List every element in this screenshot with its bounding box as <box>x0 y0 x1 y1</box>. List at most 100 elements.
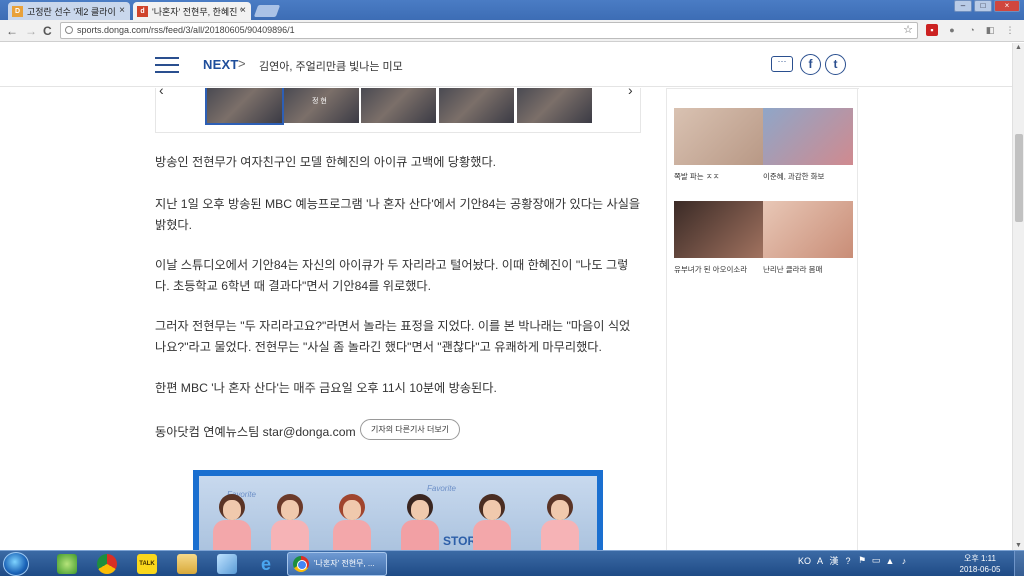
volume-icon[interactable]: ♪ <box>899 556 909 566</box>
article-photo[interactable]: Favorite Favorite STOR <box>193 470 603 550</box>
sidebar-caption: 난리난 클라라 몸매 <box>763 265 823 274</box>
language-indicator[interactable]: KO <box>798 556 811 566</box>
person-figure <box>327 494 377 550</box>
gallery-thumbnail[interactable]: 정 현 <box>284 88 359 123</box>
reporter-byline: 동아닷컴 연예뉴스팀 star@donga.com <box>155 425 356 439</box>
chrome-icon <box>293 556 309 572</box>
person-figure <box>467 494 517 550</box>
page-info-icon[interactable] <box>65 26 73 34</box>
hanja-icon[interactable]: 漢 <box>829 554 839 567</box>
scroll-down-icon[interactable]: ▼ <box>1015 542 1022 549</box>
taskbar-window-title: '나혼자' 전현무, ... <box>314 559 375 568</box>
extension-icon[interactable]: ▪ <box>926 24 938 36</box>
favicon-icon: d <box>137 5 148 17</box>
kakaotalk-icon[interactable]: TALK <box>137 554 157 574</box>
gallery-thumbnail[interactable] <box>361 88 436 123</box>
hamburger-menu-icon[interactable] <box>155 57 179 73</box>
sidebar-photo-link[interactable]: 이준혜, 과감한 화보 <box>763 108 853 182</box>
scrollbar-thumb[interactable] <box>1015 134 1023 222</box>
app-icon[interactable] <box>217 554 237 574</box>
maximize-icon[interactable]: □ <box>974 0 992 12</box>
close-window-icon[interactable]: × <box>994 0 1020 12</box>
article-paragraph: 지난 1일 오후 방송된 MBC 예능프로그램 '나 혼자 산다'에서 기안84… <box>155 197 641 232</box>
sidebar-ads: 쪽발 파는 ㅈㅈ 이준혜, 과감한 화보 유부녀가 된 아오이소라 난리난 클라… <box>666 88 859 550</box>
sidebar-photo-link[interactable]: 쪽발 파는 ㅈㅈ <box>674 108 764 182</box>
tab-active[interactable]: d '나혼자' 전현무, 한혜진 ' × <box>133 2 251 20</box>
system-tray: KO A 漢 ? ⚑ ▭ ▲ ♪ <box>798 554 909 567</box>
person-figure <box>395 494 445 550</box>
person-figure <box>265 494 315 550</box>
next-article-link[interactable]: 김연아, 주얼리만큼 빛나는 미모 <box>259 58 403 74</box>
gallery-thumbnail[interactable] <box>439 88 514 123</box>
article-paragraph: 이날 스튜디오에서 기안84는 자신의 아이큐가 두 자리라고 털어놨다. 이때… <box>155 258 629 293</box>
tab-title: '나혼자' 전현무, 한혜진 ' <box>152 6 242 17</box>
sidebar-photo-link[interactable]: 유부녀가 된 아오이소라 <box>674 201 764 275</box>
tab-strip: D 고정란 선수 '제2 클라이 × d '나혼자' 전현무, 한혜진 ' × … <box>0 0 1024 20</box>
help-icon[interactable]: ? <box>843 556 853 566</box>
person-figure <box>207 494 257 550</box>
network-icon[interactable]: ▭ <box>871 555 881 566</box>
site-header: NEXT > 김연아, 주얼리만큼 빛나는 미모 ··· f t <box>0 43 1012 87</box>
chrome-icon[interactable] <box>97 554 117 574</box>
article-paragraph: 한편 MBC '나 혼자 산다'는 매주 금요일 오후 11시 10분에 방송된… <box>155 381 497 395</box>
tab-inactive[interactable]: D 고정란 선수 '제2 클라이 × <box>8 2 130 20</box>
folder-icon[interactable] <box>177 554 197 574</box>
show-desktop-button[interactable] <box>1014 551 1024 576</box>
flag-icon[interactable]: ⚑ <box>857 555 867 566</box>
close-tab-icon[interactable]: × <box>240 5 246 16</box>
forward-icon[interactable]: → <box>25 24 37 38</box>
taskbar-chrome-window[interactable]: '나혼자' 전현무, ... <box>287 552 387 576</box>
system-clock[interactable]: 오후 1:11 2018-06-05 <box>955 553 1005 575</box>
gallery-thumbnail[interactable] <box>517 88 592 123</box>
messenger-icon[interactable] <box>57 554 77 574</box>
gallery-prev-icon[interactable]: ‹ <box>159 88 164 98</box>
sidebar-thumbnail <box>674 108 764 165</box>
extension-icon[interactable]: ◔ <box>966 24 978 36</box>
tab-title: 고정란 선수 '제2 클라이 <box>27 6 116 17</box>
gallery-next-icon[interactable]: › <box>628 88 633 98</box>
start-button[interactable] <box>3 552 29 576</box>
chevron-right-icon[interactable]: > <box>238 56 246 71</box>
comment-icon[interactable]: ··· <box>771 56 793 72</box>
extension-icon[interactable]: ◧ <box>984 24 996 36</box>
browser-toolbar: ← → C sports.donga.com/rss/feed/3/all/20… <box>0 20 1024 42</box>
twitter-icon[interactable]: t <box>825 54 846 75</box>
gallery-thumbnail[interactable] <box>205 88 284 125</box>
internet-explorer-icon[interactable]: e <box>256 554 276 574</box>
sidebar-caption: 유부녀가 된 아오이소라 <box>674 265 748 274</box>
clock-date: 2018-06-05 <box>959 565 1001 574</box>
sidebar-caption: 쪽발 파는 ㅈㅈ <box>674 172 720 181</box>
extension-icon[interactable]: ● <box>946 24 958 36</box>
thumbnail-caption: 정 현 <box>312 98 327 105</box>
window-controls: – □ × <box>954 0 1020 12</box>
sidebar-thumbnail <box>763 108 853 165</box>
windows-taskbar: TALK e '나혼자' 전현무, ... KO A 漢 ? ⚑ ▭ ▲ ♪ 오… <box>0 550 1024 576</box>
person-figure <box>535 494 585 550</box>
input-mode-icon[interactable]: A <box>815 556 825 566</box>
article-body: ‹ 정 현 › 방송인 전현무가 여자친구인 모델 한혜진의 아이큐 고백에 당… <box>155 88 641 550</box>
new-tab-button[interactable] <box>253 5 281 17</box>
minimize-icon[interactable]: – <box>954 0 972 12</box>
close-tab-icon[interactable]: × <box>119 5 125 16</box>
more-articles-button[interactable]: 기자의 다른기사 더보기 <box>360 419 461 440</box>
facebook-icon[interactable]: f <box>800 54 821 75</box>
sidebar-photo-link[interactable]: 난리난 클라라 몸매 <box>763 201 853 275</box>
sidebar-thumbnail <box>674 201 764 258</box>
sidebar-caption: 이준혜, 과감한 화보 <box>763 172 825 181</box>
address-bar[interactable]: sports.donga.com/rss/feed/3/all/20180605… <box>60 22 918 39</box>
bookmark-star-icon[interactable]: ☆ <box>903 23 913 38</box>
page-scrollbar[interactable]: ▲ ▼ <box>1012 43 1024 550</box>
url-text: sports.donga.com/rss/feed/3/all/20180605… <box>77 25 295 35</box>
photo-gallery-strip: ‹ 정 현 › <box>155 88 641 133</box>
article-paragraph: 그러자 전현무는 "두 자리라고요?"라면서 놀라는 표정을 지었다. 이를 본… <box>155 319 631 354</box>
tray-expand-icon[interactable]: ▲ <box>885 556 895 566</box>
favicon-icon: D <box>12 5 23 17</box>
clock-time: 오후 1:11 <box>964 554 996 563</box>
scroll-up-icon[interactable]: ▲ <box>1015 44 1022 51</box>
next-label[interactable]: NEXT <box>203 57 238 72</box>
reload-icon[interactable]: C <box>43 24 52 38</box>
article-paragraph: 방송인 전현무가 여자친구인 모델 한혜진의 아이큐 고백에 당황했다. <box>155 155 497 169</box>
back-icon[interactable]: ← <box>6 24 18 38</box>
banner-text: Favorite <box>427 484 456 493</box>
menu-icon[interactable]: ⋮ <box>1004 24 1016 36</box>
